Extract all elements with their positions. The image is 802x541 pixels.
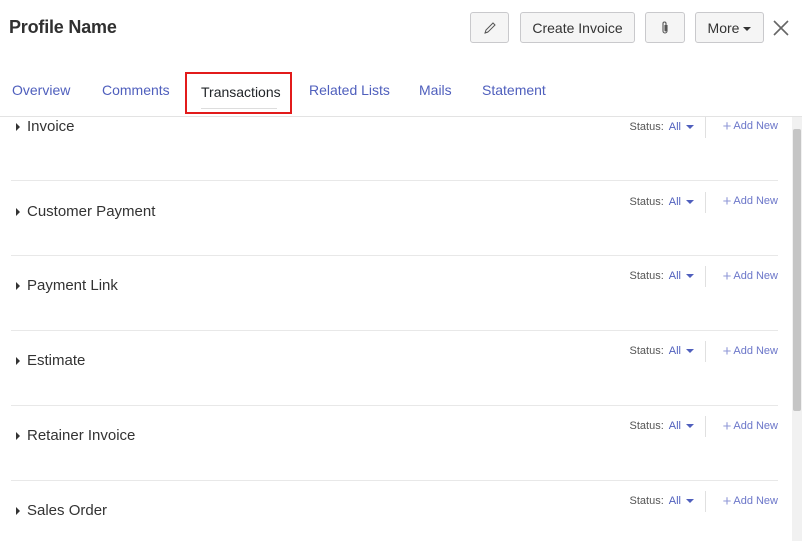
add-new-button[interactable]: + Add New: [722, 117, 778, 135]
section-payment-link: Payment Link Status: All + Add New: [11, 256, 778, 331]
plus-icon: +: [722, 492, 732, 510]
chevron-down-icon: [686, 125, 694, 129]
caret-right-icon: [16, 506, 20, 515]
status-value: All: [668, 270, 681, 282]
header: Profile Name Create Invoice More: [0, 0, 802, 58]
tab-comments[interactable]: Comments: [102, 82, 170, 98]
close-icon[interactable]: [772, 19, 790, 37]
more-label: More: [707, 19, 740, 36]
status-label: Status:: [629, 121, 664, 133]
status-label: Status:: [629, 495, 664, 507]
status-value: All: [668, 121, 681, 133]
section-toggle[interactable]: Sales Order: [16, 502, 107, 519]
status-value: All: [668, 420, 681, 432]
chevron-down-icon: [743, 26, 752, 31]
divider: [705, 341, 706, 362]
section-sales-order: Sales Order Status: All + Add New: [11, 481, 778, 541]
vertical-scrollbar[interactable]: [792, 117, 802, 541]
section-toggle[interactable]: Retainer Invoice: [16, 427, 135, 444]
status-filter[interactable]: Status: All: [630, 420, 694, 432]
status-filter[interactable]: Status: All: [630, 270, 694, 282]
divider: [705, 266, 706, 287]
section-toggle[interactable]: Invoice: [16, 118, 75, 135]
add-new-label: Add New: [733, 345, 778, 357]
tab-transactions[interactable]: Transactions: [201, 84, 281, 100]
attach-button[interactable]: [645, 12, 685, 43]
add-new-button[interactable]: + Add New: [722, 192, 778, 210]
caret-right-icon: [16, 431, 20, 440]
pencil-icon: [483, 21, 496, 34]
section-title: Invoice: [27, 118, 75, 135]
divider: [705, 416, 706, 437]
status-value: All: [668, 345, 681, 357]
tab-statement[interactable]: Statement: [482, 82, 546, 98]
section-customer-payment: Customer Payment Status: All + Add New: [11, 181, 778, 256]
edit-button[interactable]: [470, 12, 509, 43]
status-label: Status:: [629, 270, 664, 282]
status-filter[interactable]: Status: All: [630, 345, 694, 357]
add-new-button[interactable]: + Add New: [722, 342, 778, 360]
add-new-button[interactable]: + Add New: [722, 267, 778, 285]
plus-icon: +: [722, 267, 732, 285]
plus-icon: +: [722, 417, 732, 435]
add-new-button[interactable]: + Add New: [722, 417, 778, 435]
section-title: Retainer Invoice: [27, 427, 136, 444]
status-filter[interactable]: Status: All: [630, 196, 694, 208]
section-title: Sales Order: [27, 502, 108, 519]
tab-mails[interactable]: Mails: [419, 82, 452, 98]
section-estimate: Estimate Status: All + Add New: [11, 331, 778, 406]
section-title: Estimate: [27, 352, 86, 369]
status-label: Status:: [629, 420, 664, 432]
section-toggle[interactable]: Customer Payment: [16, 203, 155, 220]
status-value: All: [668, 196, 681, 208]
plus-icon: +: [722, 342, 732, 360]
chevron-down-icon: [686, 274, 694, 278]
tab-related-lists[interactable]: Related Lists: [309, 82, 390, 98]
divider: [705, 192, 706, 213]
tab-overview[interactable]: Overview: [12, 82, 70, 98]
divider: [705, 117, 706, 138]
divider: [705, 491, 706, 512]
status-filter[interactable]: Status: All: [630, 495, 694, 507]
caret-right-icon: [16, 122, 20, 131]
plus-icon: +: [722, 117, 732, 135]
status-filter[interactable]: Status: All: [630, 121, 694, 133]
scrollbar-thumb[interactable]: [793, 129, 801, 411]
paperclip-icon: [662, 21, 668, 34]
chevron-down-icon: [686, 200, 694, 204]
caret-right-icon: [16, 356, 20, 365]
create-invoice-button[interactable]: Create Invoice: [520, 12, 635, 43]
status-value: All: [668, 495, 681, 507]
section-title: Customer Payment: [27, 203, 156, 220]
chevron-down-icon: [686, 499, 694, 503]
section-retainer-invoice: Retainer Invoice Status: All + Add New: [11, 406, 778, 481]
section-invoice: Invoice Status: All + Add New: [11, 106, 778, 181]
add-new-label: Add New: [733, 420, 778, 432]
add-new-label: Add New: [733, 195, 778, 207]
add-new-button[interactable]: + Add New: [722, 492, 778, 510]
add-new-label: Add New: [733, 495, 778, 507]
section-toggle[interactable]: Payment Link: [16, 277, 118, 294]
status-label: Status:: [629, 196, 664, 208]
section-title: Payment Link: [27, 277, 118, 294]
add-new-label: Add New: [733, 270, 778, 282]
caret-right-icon: [16, 207, 20, 216]
plus-icon: +: [722, 192, 732, 210]
chevron-down-icon: [686, 424, 694, 428]
transactions-list: Invoice Status: All + Add New Customer P…: [0, 117, 790, 541]
more-button[interactable]: More: [695, 12, 764, 43]
section-toggle[interactable]: Estimate: [16, 352, 85, 369]
status-label: Status:: [629, 345, 664, 357]
caret-right-icon: [16, 281, 20, 290]
add-new-label: Add New: [733, 120, 778, 132]
page-title: Profile Name: [9, 17, 117, 37]
chevron-down-icon: [686, 349, 694, 353]
